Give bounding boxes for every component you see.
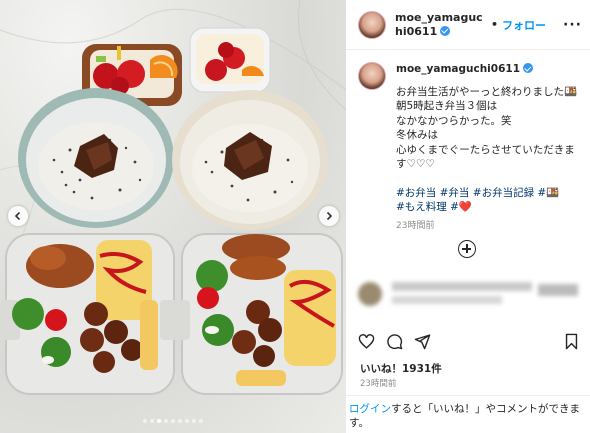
caption-avatar[interactable] [358, 62, 386, 90]
chevron-right-icon [326, 211, 333, 221]
carousel-indicator [143, 419, 203, 423]
carousel-dot [143, 419, 147, 423]
bento-photo [0, 0, 346, 395]
carousel-prev-button[interactable] [8, 206, 28, 226]
chevron-left-icon [14, 211, 21, 221]
heart-icon[interactable] [358, 333, 375, 350]
verified-badge-icon [523, 63, 533, 73]
like-count[interactable]: いいね！1931件 [360, 361, 442, 376]
username-text[interactable]: moe_yamaguchi0611 [395, 11, 483, 38]
avatar[interactable] [358, 10, 386, 39]
carousel-dot [171, 419, 175, 423]
more-options-icon[interactable]: ··· [563, 17, 582, 33]
login-link[interactable]: ログイン [349, 403, 391, 415]
separator-dot: • [491, 18, 499, 31]
post-timestamp: 23時間前 [360, 379, 397, 389]
caption-username[interactable]: moe_yamaguchi0611 [396, 63, 520, 75]
post-header: moe_yamaguchi0611 • フォロー ··· [346, 0, 590, 50]
hashtag-line[interactable]: #お弁当 #弁当 #お弁当記録 #🍱 [396, 186, 580, 201]
carousel-dot [185, 419, 189, 423]
hashtags: #お弁当 #弁当 #お弁当記録 #🍱 #もえ料理 #❤️ [396, 186, 580, 215]
carousel-dot [150, 419, 154, 423]
caption-timestamp: 23時間前 [396, 220, 435, 231]
comment-icon[interactable] [386, 333, 403, 350]
carousel-dot [178, 419, 182, 423]
caption: moe_yamaguchi0611 お弁当生活がやーっと終わりました🍱 朝5時起… [346, 50, 590, 233]
carousel-dot [192, 419, 196, 423]
blurred-comment [358, 278, 580, 318]
carousel-next-button[interactable] [319, 206, 339, 226]
post-photo[interactable] [0, 0, 346, 433]
caption-line: お弁当生活がやーっと終わりました🍱 [396, 85, 578, 98]
carousel-dot [199, 419, 203, 423]
post-sidebar: moe_yamaguchi0611 • フォロー ··· moe_yamaguc… [346, 0, 590, 433]
caption-body: moe_yamaguchi0611 お弁当生活がやーっと終わりました🍱 朝5時起… [396, 62, 580, 233]
hashtag-line[interactable]: #もえ料理 #❤️ [396, 200, 580, 215]
carousel-dot [157, 419, 161, 423]
plus-circle-icon[interactable] [458, 240, 476, 258]
verified-badge-icon [440, 25, 451, 36]
caption-line: 心ゆくまでぐーたらさせていただきます♡♡♡ [396, 143, 575, 171]
follow-button[interactable]: フォロー [502, 17, 546, 33]
action-bar [358, 333, 580, 353]
bookmark-icon[interactable] [563, 333, 580, 350]
caption-line: 冬休みは [396, 129, 438, 141]
caption-line: なかなかつらかった。笑 [396, 114, 512, 127]
header-username[interactable]: moe_yamaguchi0611 [395, 11, 487, 39]
login-prompt: ログインすると「いいね！」やコメントができます。 [346, 395, 590, 433]
carousel-dot [164, 419, 168, 423]
caption-line: 朝5時起き弁当３個は [396, 100, 498, 112]
paper-plane-icon[interactable] [414, 333, 431, 350]
